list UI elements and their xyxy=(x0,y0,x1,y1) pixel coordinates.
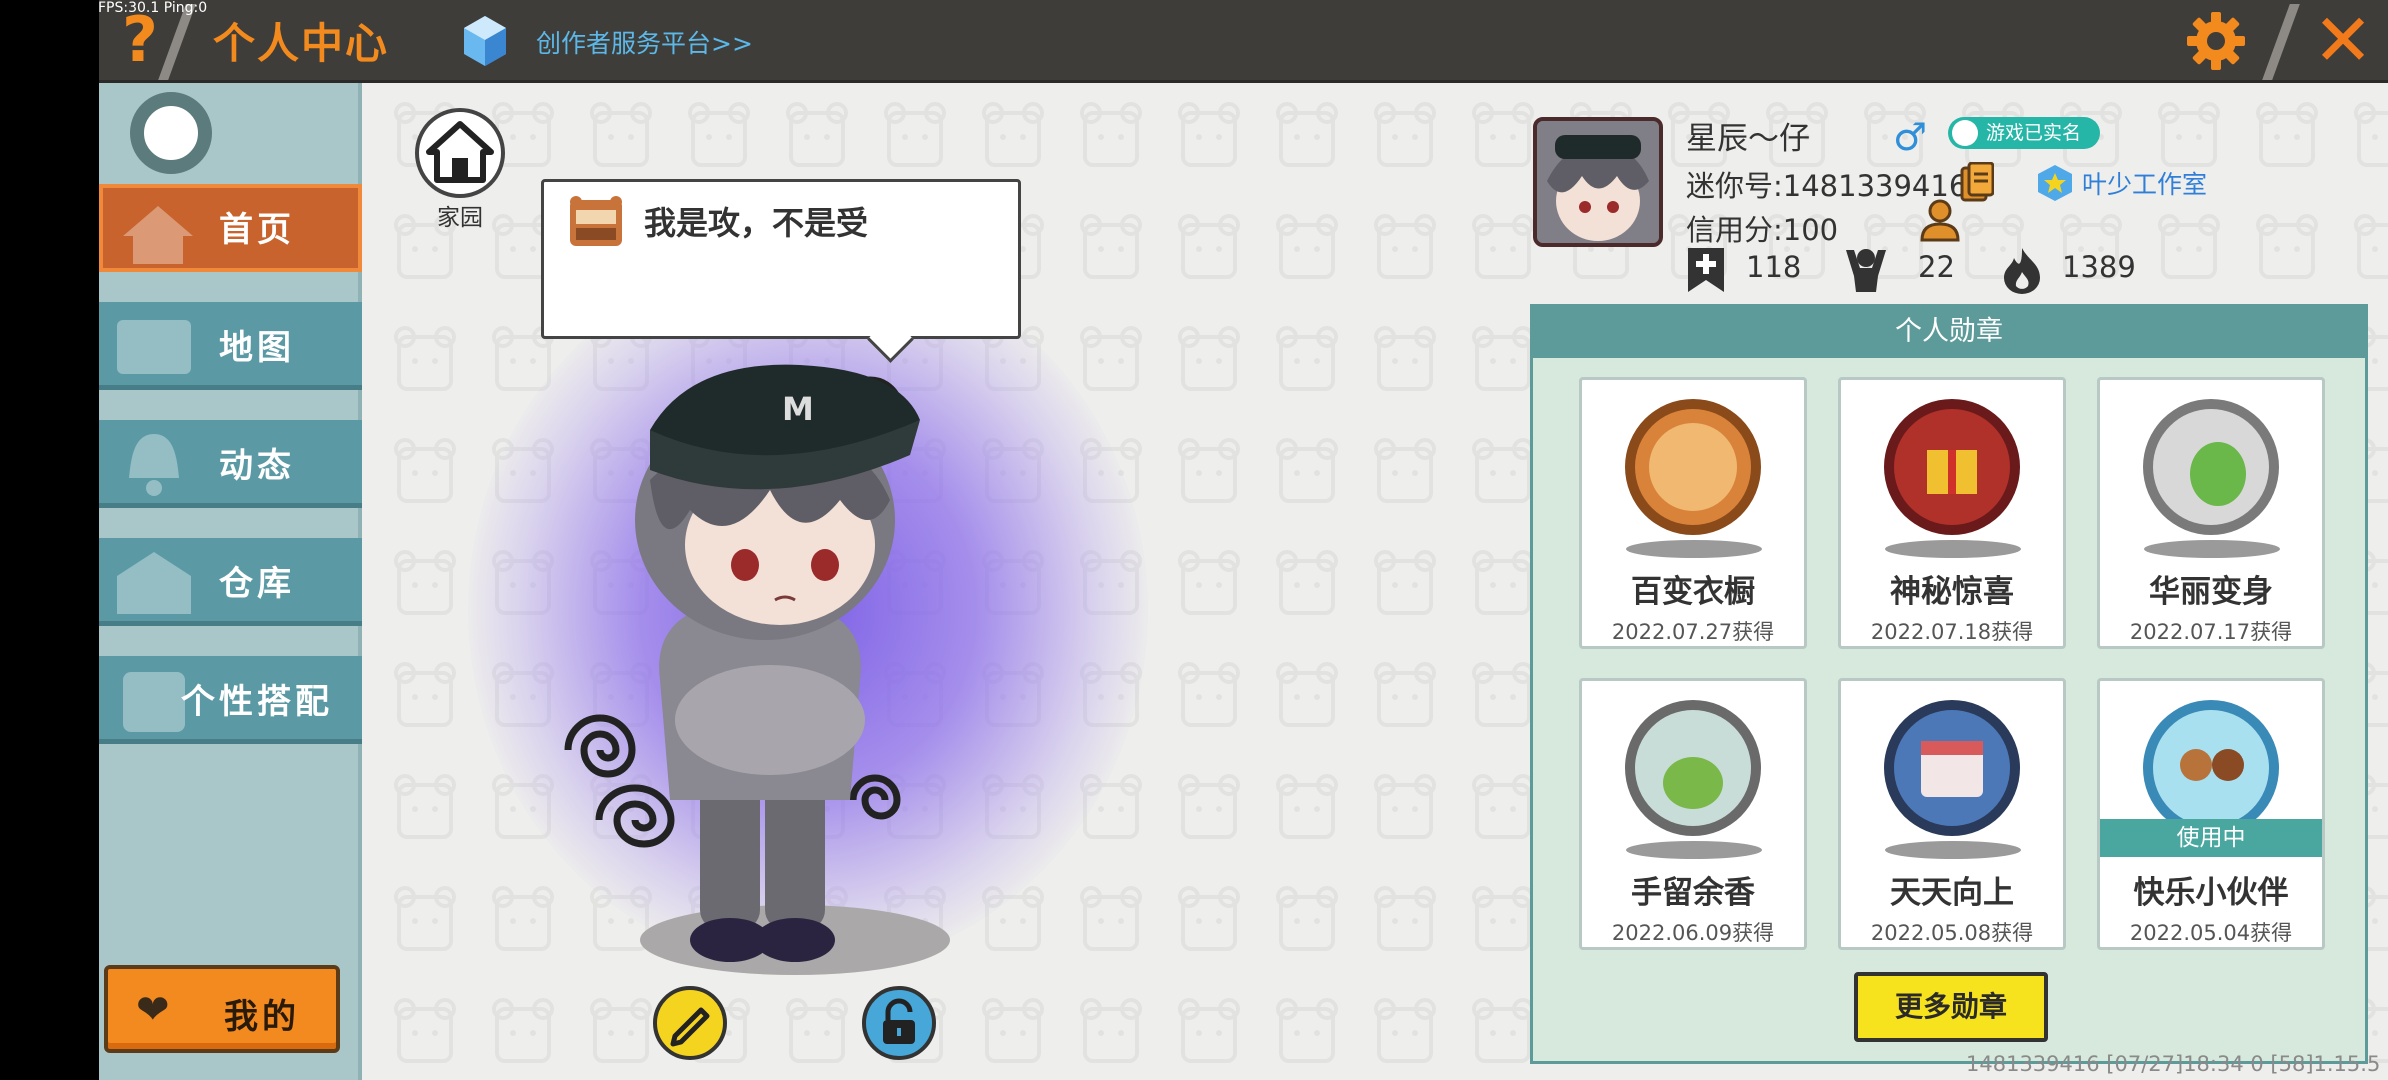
my-button[interactable]: ❤ 我的 xyxy=(104,965,340,1053)
medal-name: 华丽变身 xyxy=(2149,574,2273,610)
fps-readout: FPS:30.1 Ping:0 xyxy=(98,0,208,16)
medal-date: 2022.07.27获得 xyxy=(1611,620,1775,644)
signature-bubble[interactable]: 我是攻，不是受 xyxy=(541,179,1021,339)
stat-fans-count: 22 xyxy=(1918,250,1955,284)
footer-build-info: 1481339416 [07/27]18:34 0 [58]1.15.5 xyxy=(1966,1052,2381,1076)
svg-text:M: M xyxy=(782,390,814,428)
sidebar-item-home[interactable]: 首页 xyxy=(99,184,362,272)
sidebar-item-outfit[interactable]: 个性搭配 xyxy=(99,656,362,744)
medal-card[interactable]: 使用中 快乐小伙伴 2022.05.04获得 xyxy=(2097,678,2325,950)
more-medals-button[interactable]: 更多勋章 xyxy=(1854,972,2048,1042)
in-use-badge: 使用中 xyxy=(2100,819,2322,857)
credit-score: 信用分:100 xyxy=(1686,213,1839,247)
sidebar-avatar-toggle[interactable] xyxy=(130,92,212,174)
my-button-label: 我的 xyxy=(224,997,300,1037)
sidebar-item-label: 仓库 xyxy=(219,564,295,604)
home-icon xyxy=(123,206,193,264)
flame-icon xyxy=(2004,248,2040,294)
medal-plinth xyxy=(1885,540,2021,558)
sidebar-item-label: 个性搭配 xyxy=(181,682,333,722)
signature-text: 我是攻，不是受 xyxy=(644,204,869,242)
bell-icon xyxy=(129,434,179,496)
medal-date: 2022.05.08获得 xyxy=(1870,921,2034,945)
studio-link[interactable]: 叶少工作室 xyxy=(2082,165,2207,201)
close-button[interactable]: ✕ xyxy=(2310,2,2376,78)
sidebar-item-label: 地图 xyxy=(219,328,295,368)
medal-card[interactable]: 天天向上 2022.05.08获得 xyxy=(1838,678,2066,950)
sidebar-item-feed[interactable]: 动态 xyxy=(99,420,362,508)
lock-button[interactable] xyxy=(862,986,936,1060)
medal-date: 2022.06.09获得 xyxy=(1611,921,1775,945)
sidebar-item-map[interactable]: 地图 xyxy=(99,302,362,390)
medal-plinth xyxy=(1626,841,1762,859)
home-garden-label: 家园 xyxy=(437,205,483,231)
male-gender-icon: ♂ xyxy=(1893,115,1928,159)
bookmark-plus-icon xyxy=(1688,248,1724,292)
medal-calendar-icon xyxy=(1884,700,2020,836)
sidebar-item-warehouse[interactable]: 仓库 xyxy=(99,538,362,626)
medal-name: 手留余香 xyxy=(1631,875,1755,911)
home-garden-button[interactable] xyxy=(415,108,505,198)
medal-name: 神秘惊喜 xyxy=(1890,574,2014,610)
verified-label: 游戏已实名 xyxy=(1986,122,2082,144)
player-character[interactable]: M xyxy=(540,300,1000,980)
medal-card[interactable]: 手留余香 2022.06.09获得 xyxy=(1579,678,1807,950)
medal-plinth xyxy=(2144,540,2280,558)
avatar-portrait xyxy=(1537,121,1659,243)
house-icon xyxy=(426,121,494,183)
medal-date: 2022.07.17获得 xyxy=(2129,620,2293,644)
verified-badge: 游戏已实名 xyxy=(1948,117,2100,149)
medal-card[interactable]: 神秘惊喜 2022.07.18获得 xyxy=(1838,377,2066,649)
pencil-icon xyxy=(670,1007,710,1047)
stat-popularity-count: 1389 xyxy=(2062,250,2136,284)
help-button[interactable]: ? xyxy=(118,6,162,74)
medal-date: 2022.05.04获得 xyxy=(2129,921,2293,945)
add-friend-icon[interactable] xyxy=(1918,198,1962,242)
top-bar xyxy=(99,0,2388,83)
medal-panel-title: 个人勋章 xyxy=(1532,306,2366,358)
fans-icon xyxy=(1846,249,1886,292)
map-icon xyxy=(117,320,191,374)
medal-date: 2022.07.18获得 xyxy=(1870,620,2034,644)
medal-plinth xyxy=(1885,841,2021,859)
medal-name: 天天向上 xyxy=(1890,875,2014,911)
sidebar-item-label: 动态 xyxy=(219,446,295,486)
unlock-icon xyxy=(883,998,915,1044)
medal-name: 百变衣橱 xyxy=(1631,574,1755,610)
medal-transform-icon xyxy=(2143,399,2279,535)
medal-plinth xyxy=(1626,540,1762,558)
creator-cube-icon[interactable] xyxy=(462,14,508,70)
medal-wardrobe-icon xyxy=(1625,399,1761,535)
gear-icon[interactable] xyxy=(2185,10,2247,72)
creator-platform-link[interactable]: 创作者服务平台>> xyxy=(536,24,753,60)
medal-fragrance-icon xyxy=(1625,700,1761,836)
warehouse-icon xyxy=(117,552,191,614)
stat-collect-count: 118 xyxy=(1746,250,1802,284)
verified-person-icon xyxy=(1952,120,1978,146)
studio-badge-icon[interactable] xyxy=(2036,163,2074,203)
copy-icon[interactable] xyxy=(1960,162,1994,202)
medal-name: 快乐小伙伴 xyxy=(2133,875,2289,911)
page-title: 个人中心 xyxy=(213,19,390,68)
medal-card[interactable]: 百变衣橱 2022.07.27获得 xyxy=(1579,377,1807,649)
sidebar-item-label: 首页 xyxy=(219,210,295,250)
medal-gift-icon xyxy=(1884,399,2020,535)
heart-icon: ❤ xyxy=(136,987,170,1033)
bear-avatar-icon xyxy=(570,196,622,246)
nickname: 星辰～仔 xyxy=(1686,121,1810,157)
medal-card[interactable]: 华丽变身 2022.07.17获得 xyxy=(2097,377,2325,649)
edit-button[interactable] xyxy=(653,986,727,1060)
profile-avatar[interactable] xyxy=(1533,117,1663,247)
